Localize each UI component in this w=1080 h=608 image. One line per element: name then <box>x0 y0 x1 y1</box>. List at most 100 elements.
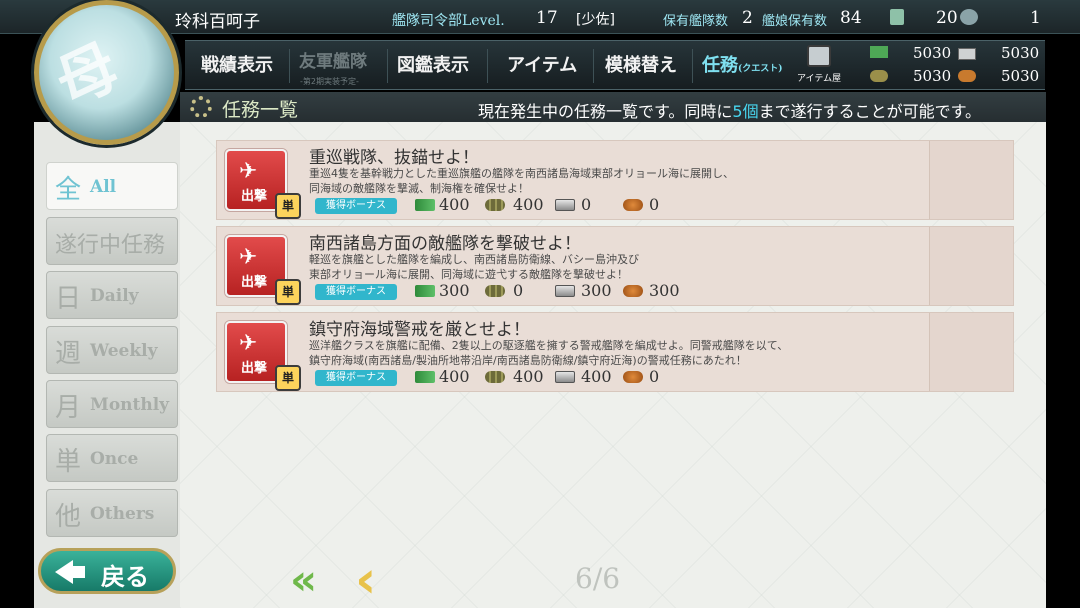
fleet-count-value: 2 <box>742 8 753 28</box>
reward-ammo: 400 <box>513 367 544 386</box>
nav-friend-fleet-note: -第2期実装予定- <box>300 77 359 86</box>
quest-card[interactable]: ✈ 出撃 単 鎮守府海域警戒を厳とせよ！ 巡洋艦クラスを旗艦に配備、2隻以上の駆… <box>216 312 1014 392</box>
quest-title: 重巡戦隊、抜錨せよ！ <box>309 148 479 168</box>
bucket-count: 20 <box>936 8 958 28</box>
quest-description: 重巡4隻を基幹戦力とした重巡旗艦の艦隊を南西諸島海域東部オリョール海に展開し、同… <box>309 166 909 196</box>
nav-divider <box>289 49 290 83</box>
reward-steel: 0 <box>581 195 592 214</box>
nav-divider <box>593 49 594 83</box>
ship-count-label: 艦娘保有数 <box>762 14 828 29</box>
once-badge: 単 <box>275 279 301 305</box>
bonus-label: 獲得ボーナス <box>315 370 397 386</box>
page-indicator: 6/6 <box>575 562 621 595</box>
plane-icon: ✈ <box>239 159 258 184</box>
quest-card[interactable]: ✈ 出撃 単 南西諸島方面の敵艦隊を撃破せよ！ 軽巡を旗艦とした艦隊を編成し、南… <box>216 226 1014 306</box>
back-arrow-tail <box>71 566 85 578</box>
admiral-name: 玲科百呵子 <box>175 12 260 32</box>
nav-library[interactable]: 図鑑表示 <box>397 51 469 77</box>
tab-weekly-kanji: 週 <box>55 339 82 369</box>
once-badge: 単 <box>275 193 301 219</box>
nav-quest[interactable]: 任務(クエスト) <box>702 51 783 77</box>
ammo-value: 5030 <box>913 67 952 85</box>
bauxite-icon <box>623 371 643 383</box>
nav-divider <box>692 49 693 83</box>
bonus-label: 獲得ボーナス <box>315 198 397 214</box>
first-page-icon[interactable]: « <box>290 555 317 604</box>
admiral-rank: [少佐] <box>576 12 615 28</box>
tab-others-kanji: 他 <box>55 502 82 532</box>
quest-title: 鎮守府海域警戒を厳とせよ！ <box>309 320 530 340</box>
fuel-icon <box>870 46 888 58</box>
quest-description: 巡洋艦クラスを旗艦に配備、2隻以上の駆逐艦を擁する警戒艦隊を編成せよ。同警戒艦隊… <box>309 338 909 368</box>
tab-weekly-label: Weekly <box>90 341 158 361</box>
steel-icon <box>555 371 575 383</box>
steel-value: 5030 <box>1001 44 1040 62</box>
tab-once[interactable]: 単 Once <box>46 434 178 482</box>
devmat-count: 1 <box>1030 8 1041 28</box>
quest-desc-line: 巡洋艦クラスを旗艦に配備、2隻以上の駆逐艦を擁する警戒艦隊を編成せよ。同警戒艦隊… <box>309 339 789 352</box>
fuel-value: 5030 <box>913 44 952 62</box>
shop-icon <box>807 45 831 67</box>
tab-all-label: All <box>90 177 117 197</box>
header-message-count: 5個 <box>732 102 759 121</box>
back-button[interactable]: 戻る <box>38 548 176 594</box>
tab-daily-label: Daily <box>90 286 139 306</box>
quest-category: 出撃 <box>241 361 268 376</box>
bonus-label: 獲得ボーナス <box>315 284 397 300</box>
reward-steel: 300 <box>581 281 612 300</box>
steel-icon <box>958 48 976 60</box>
tab-once-kanji: 単 <box>55 447 82 477</box>
nav-items[interactable]: アイテム <box>507 51 577 77</box>
tab-monthly-label: Monthly <box>90 395 170 415</box>
reward-ammo: 0 <box>513 281 524 300</box>
ammo-icon <box>485 285 505 297</box>
quest-status-slot <box>929 227 1013 305</box>
left-letterbox <box>0 0 34 608</box>
reward-bauxite: 300 <box>649 281 680 300</box>
tab-weekly[interactable]: 週 Weekly <box>46 326 178 374</box>
fleet-count-label: 保有艦隊数 <box>663 14 729 29</box>
header-message: 現在発生中の任務一覧です。同時に5個まで遂行することが可能です。 <box>478 98 981 122</box>
reward-steel: 400 <box>581 367 612 386</box>
ammo-icon <box>485 199 505 211</box>
quest-desc-line: 重巡4隻を基幹戦力とした重巡旗艦の艦隊を南西諸島海域東部オリョール海に展開し、 <box>309 167 734 180</box>
reward-fuel: 300 <box>439 281 470 300</box>
gear-icon <box>190 96 212 118</box>
nav-record[interactable]: 戦績表示 <box>201 51 273 77</box>
tab-all-kanji: 全 <box>55 175 82 205</box>
quest-card[interactable]: ✈ 出撃 単 重巡戦隊、抜錨せよ！ 重巡4隻を基幹戦力とした重巡旗艦の艦隊を南西… <box>216 140 1014 220</box>
steel-icon <box>555 199 575 211</box>
prev-page-icon[interactable]: ‹ <box>355 550 376 608</box>
hq-level-label: 艦隊司令部Level. <box>392 13 505 29</box>
quest-category: 出撃 <box>241 189 268 204</box>
quest-category: 出撃 <box>241 275 268 290</box>
reward-fuel: 400 <box>439 367 470 386</box>
tab-others-label: Others <box>90 504 155 524</box>
tab-daily-kanji: 日 <box>55 284 82 314</box>
tab-all[interactable]: 全 All <box>46 162 178 210</box>
plane-icon: ✈ <box>239 331 258 356</box>
bauxite-icon <box>958 70 976 82</box>
tab-in-progress-label: 遂行中任務 <box>55 233 166 258</box>
quest-status-slot <box>929 141 1013 219</box>
section-emblem: 母 <box>34 0 179 145</box>
tab-in-progress[interactable]: 遂行中任務 <box>46 217 178 265</box>
nav-divider <box>387 49 388 83</box>
quest-status-slot <box>929 313 1013 391</box>
tab-others[interactable]: 他 Others <box>46 489 178 537</box>
tab-daily[interactable]: 日 Daily <box>46 271 178 319</box>
quest-description: 軽巡を旗艦とした艦隊を編成し、南西諸島防衛線、バシー島沖及び 東部オリョール海に展… <box>309 252 909 282</box>
nav-divider <box>487 49 488 83</box>
steel-icon <box>555 285 575 297</box>
reward-ammo: 400 <box>513 195 544 214</box>
back-button-label: 戻る <box>101 562 149 591</box>
quest-desc-line: 鎮守府海域(南西諸島/製油所地帯沿岸/南西諸島防衛線/鎮守府近海)の警戒任務にあ… <box>309 354 747 367</box>
bucket-icon <box>890 9 904 25</box>
header-message-pre: 現在発生中の任務一覧です。同時に <box>478 102 733 121</box>
item-shop-button[interactable]: アイテム屋 <box>797 43 841 87</box>
nav-furniture[interactable]: 模様替え <box>605 51 677 77</box>
nav-quest-label: 任務 <box>702 55 738 76</box>
emblem-glyph: 母 <box>45 31 130 120</box>
right-letterbox <box>1046 0 1080 608</box>
tab-monthly[interactable]: 月 Monthly <box>46 380 178 428</box>
